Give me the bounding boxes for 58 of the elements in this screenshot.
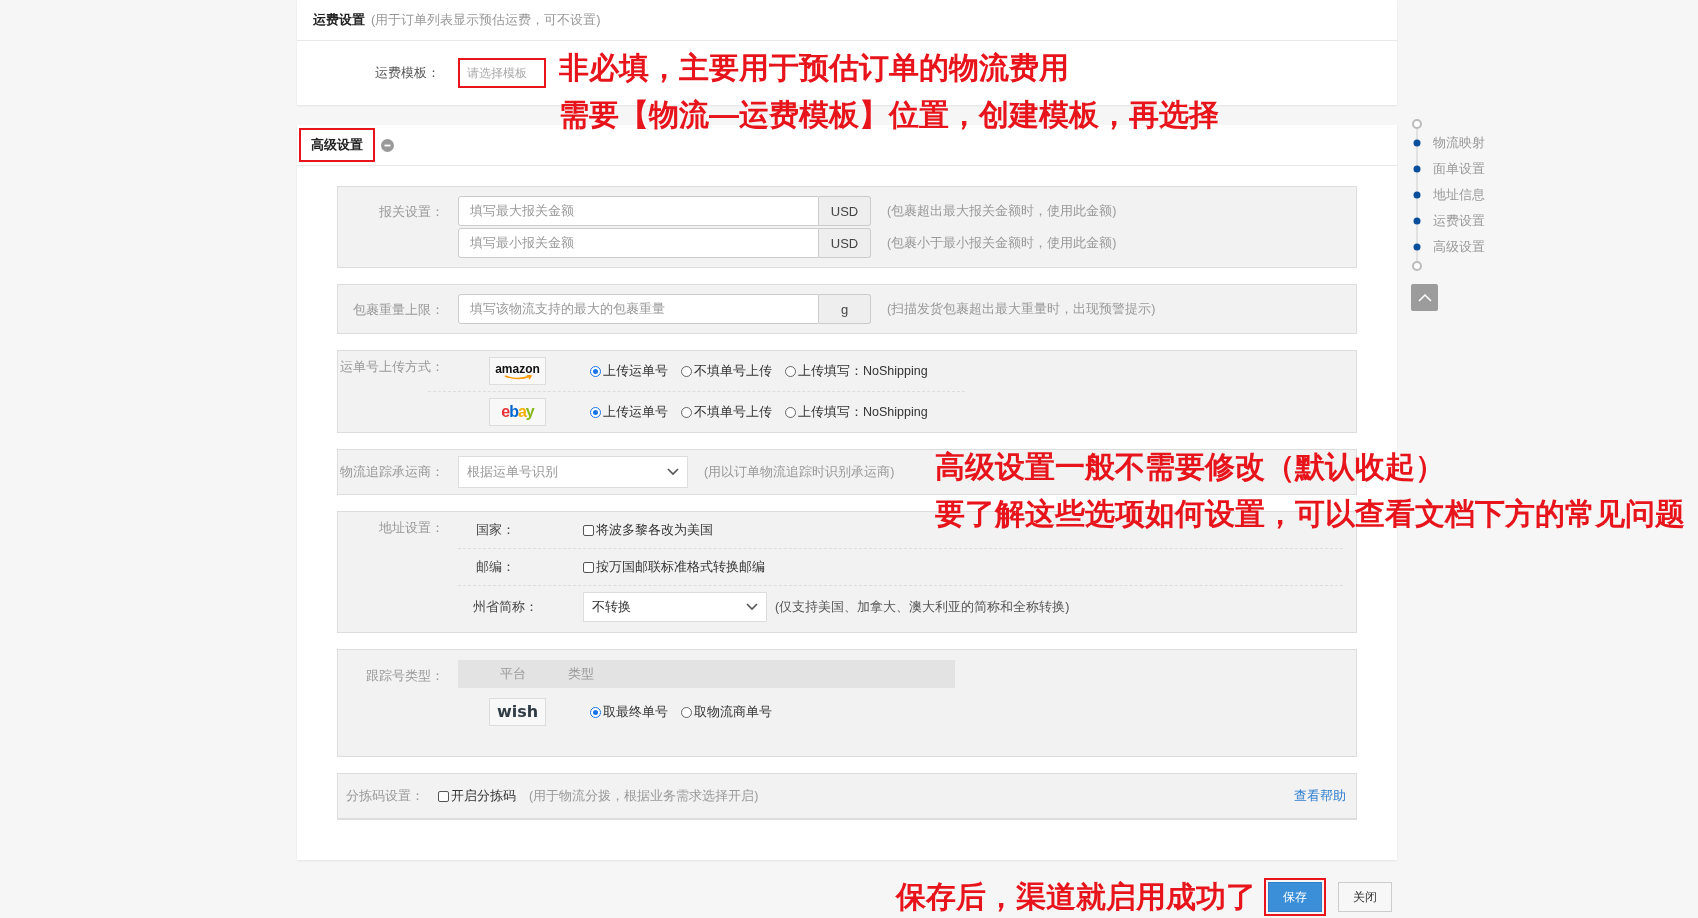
option-label[interactable]: 上传运单号 — [603, 362, 668, 380]
column-header: 类型 — [568, 665, 594, 683]
option-label[interactable]: 上传填写：NoShipping — [798, 362, 928, 380]
radio-button[interactable] — [590, 365, 601, 377]
option-label[interactable]: 上传填写：NoShipping — [798, 403, 928, 421]
checkbox-option[interactable]: 开启分拣码 — [438, 787, 516, 805]
radio-button[interactable] — [785, 406, 796, 418]
section-hint: (用于订单列表显示预估运费，可不设置) — [371, 11, 601, 29]
hint-text: (用于物流分拨，根据业务需求选择开启) — [529, 787, 759, 805]
platform-logo: wish — [489, 698, 546, 726]
option-label[interactable]: 取物流商单号 — [694, 703, 772, 721]
option-label[interactable]: 取最终单号 — [603, 703, 668, 721]
annotation-text: 非必填，主要用于预估订单的物流费用 — [559, 50, 1069, 86]
hint-text: (仅支持美国、加拿大、澳大利亚的简称和全称转换) — [775, 598, 1070, 616]
checkbox-option[interactable]: 按万国邮联标准格式转换邮编 — [583, 558, 765, 576]
section-title: 运费设置 — [313, 11, 365, 29]
section-title: 高级设置 — [299, 128, 375, 162]
hint-text: (包裹小于最小报关金额时，使用此金额) — [887, 234, 1117, 252]
chevron-icon — [667, 468, 679, 476]
annotation-text: 要了解这些选项如何设置，可以查看文档下方的常见问题 — [935, 496, 1685, 532]
radio-button[interactable] — [785, 365, 796, 377]
section-label: 地址设置： — [378, 519, 445, 537]
unit-addon: g — [819, 294, 871, 324]
option-label[interactable]: 上传运单号 — [603, 403, 668, 421]
platform-logo: ebay — [489, 398, 546, 426]
select-field[interactable]: 不转换 — [583, 592, 767, 622]
radio-button[interactable] — [590, 706, 601, 718]
platform-logo: amazon — [489, 357, 546, 385]
column-header: 平台 — [499, 665, 527, 683]
annotation-text: 高级设置一般不需要修改（默认收起） — [935, 449, 1445, 485]
section-label: 物流追踪承运商： — [339, 463, 445, 481]
field-label: 邮编： — [475, 558, 515, 576]
radio-button[interactable] — [681, 706, 692, 718]
collapse-icon[interactable] — [381, 138, 394, 152]
section-label: 运单号上传方式： — [339, 358, 445, 376]
radio-button[interactable] — [681, 406, 692, 418]
section-label: 跟踪号类型： — [365, 667, 445, 685]
option-label[interactable]: 不填单号上传 — [694, 362, 772, 380]
field-label: 州省简称： — [472, 598, 538, 616]
option-label[interactable]: 不填单号上传 — [694, 403, 772, 421]
radio-button[interactable] — [590, 406, 601, 418]
field-label: 运费模板： — [374, 64, 441, 82]
annotation-text: 需要【物流—运费模板】位置，创建模板，再选择 — [559, 97, 1219, 133]
hint-text: (扫描发货包裹超出最大重量时，出现预警提示) — [887, 300, 1156, 318]
section-label: 报关设置： — [378, 203, 445, 221]
checkbox-option[interactable]: 将波多黎各改为美国 — [583, 521, 713, 539]
section-label: 分拣码设置： — [346, 787, 424, 805]
chevron-icon — [746, 603, 758, 611]
hint-text: (用以订单物流追踪时识别承运商) — [704, 463, 895, 481]
close-button[interactable]: 关闭 — [1338, 882, 1392, 912]
hint-text: (包裹超出最大报关金额时，使用此金额) — [887, 202, 1117, 220]
help-link[interactable]: 查看帮助 — [1294, 787, 1346, 805]
unit-addon: USD — [819, 228, 871, 258]
annotation-text: 保存后，渠道就启用成功了 — [896, 879, 1256, 915]
unit-addon: USD — [819, 196, 871, 226]
radio-button[interactable] — [681, 365, 692, 377]
field-label: 国家： — [475, 521, 515, 539]
section-label: 包裹重量上限： — [352, 301, 445, 319]
